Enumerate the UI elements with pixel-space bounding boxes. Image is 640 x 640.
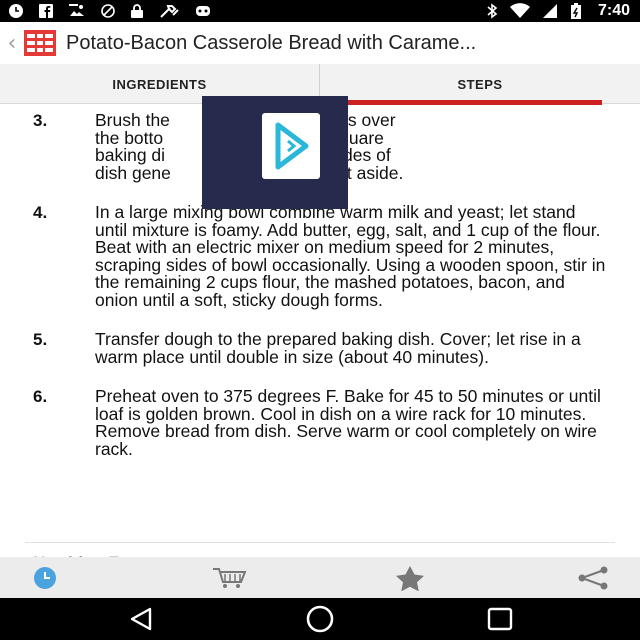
bottom-toolbar xyxy=(0,557,640,598)
status-bar: 7:40 xyxy=(0,0,640,22)
step-number: 3. xyxy=(33,112,48,130)
step-item: 5. Transfer dough to the prepared baking… xyxy=(0,329,640,367)
facebook-icon xyxy=(39,4,53,18)
floating-overlay[interactable] xyxy=(202,96,348,209)
status-time: 7:40 xyxy=(597,2,630,19)
photos-icon xyxy=(69,4,84,16)
step-text: Transfer dough to the prepared baking di… xyxy=(95,329,581,367)
home-icon xyxy=(306,605,334,633)
recents-button[interactable] xyxy=(470,598,530,640)
chevron-left-icon[interactable]: ‹ xyxy=(2,31,22,56)
back-icon xyxy=(130,607,152,631)
cart-button[interactable] xyxy=(200,557,260,598)
wrench-icon xyxy=(160,5,179,18)
step-item: 6. Preheat oven to 375 degrees F. Bake f… xyxy=(0,386,640,459)
share-icon xyxy=(578,566,608,589)
timer-button[interactable] xyxy=(20,557,70,598)
status-icons-left xyxy=(0,3,212,19)
clock-icon xyxy=(9,4,23,18)
step-text: Preheat oven to 375 degrees F. Bake for … xyxy=(95,386,601,459)
share-button[interactable] xyxy=(568,557,618,598)
lock-icon xyxy=(131,4,143,18)
app-bar: ‹ Potato-Bacon Casserole Bread with Cara… xyxy=(0,22,640,64)
battery-icon xyxy=(570,3,581,19)
block-icon xyxy=(101,4,115,18)
bluetooth-icon xyxy=(487,3,498,19)
overlay-badge[interactable] xyxy=(262,113,320,179)
step-line: Brush the con drippings over xyxy=(95,112,396,130)
favorite-button[interactable] xyxy=(380,557,440,598)
wifi-icon xyxy=(509,3,530,18)
tab-steps[interactable]: STEPS xyxy=(320,64,640,105)
status-icons-right: 7:40 xyxy=(486,2,640,20)
step-text: In a large mixing bowl combine warm milk… xyxy=(95,202,606,310)
step-item: 4. In a large mixing bowl combine warm m… xyxy=(0,202,640,310)
step-text: Brush the con drippings over the botto o… xyxy=(95,112,610,182)
step-line: baking di bottom and sides of xyxy=(95,145,391,165)
home-button[interactable] xyxy=(290,598,350,640)
game-controller-icon xyxy=(196,6,210,16)
step-line: dish gene cornmeal. Set aside. xyxy=(95,162,404,183)
section-divider xyxy=(25,542,615,543)
back-button[interactable] xyxy=(112,598,172,640)
star-icon xyxy=(396,565,424,591)
system-nav-bar xyxy=(0,598,640,640)
signal-icon xyxy=(542,4,557,18)
timer-icon xyxy=(34,566,56,589)
recents-icon xyxy=(487,607,513,631)
step-number: 6. xyxy=(33,387,48,406)
step-number: 4. xyxy=(33,203,48,222)
play-triangle-icon xyxy=(275,122,309,170)
app-logo[interactable] xyxy=(24,30,56,56)
cart-icon xyxy=(213,567,247,588)
page-title: Potato-Bacon Casserole Bread with Carame… xyxy=(66,31,477,54)
step-number: 5. xyxy=(33,330,48,349)
